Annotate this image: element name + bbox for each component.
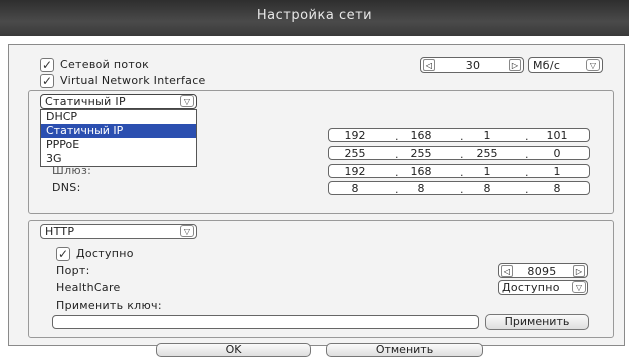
ip-dot: . — [395, 130, 399, 143]
dns-octet-3: 8 — [483, 182, 491, 195]
dns-field[interactable]: 8 . 8 . 8 . 8 — [328, 181, 590, 196]
port-value: 8095 — [527, 265, 557, 278]
stream-value: 30 — [465, 59, 481, 72]
enabled-label: Доступно — [76, 247, 134, 260]
network-mode-value: Статичный IP — [45, 95, 126, 108]
apply-key-label: Применить ключ: — [56, 299, 162, 312]
net-stream-label: Сетевой поток — [60, 58, 150, 71]
dropdown-option-pppoe[interactable]: PPPoE — [41, 138, 196, 152]
gateway-dot: . — [395, 166, 399, 179]
dns-octet-4: 8 — [553, 182, 561, 195]
dns-label: DNS: — [52, 181, 81, 194]
vni-checkbox[interactable]: ✓ — [40, 74, 54, 88]
protocol-select[interactable]: HTTP ▽ — [40, 224, 197, 239]
title-bar: Настройка сети — [0, 0, 629, 36]
cancel-button[interactable]: Отменить — [326, 343, 483, 357]
network-mode-select[interactable]: Статичный IP ▽ — [40, 94, 197, 109]
dns-dot: . — [460, 183, 464, 196]
port-spinner[interactable]: ◁ 8095 ▷ — [498, 263, 588, 278]
mask-dot: . — [525, 148, 529, 161]
network-mode-dropdown: DHCP Статичный IP PPPoE 3G — [40, 109, 197, 167]
net-stream-checkbox[interactable]: ✓ — [40, 58, 54, 72]
ip-dot: . — [525, 130, 529, 143]
dropdown-option-3g[interactable]: 3G — [41, 152, 196, 166]
dropdown-option-static-ip[interactable]: Статичный IP — [41, 124, 196, 138]
healthcare-value: Доступно — [502, 281, 560, 294]
dropdown-option-dhcp[interactable]: DHCP — [41, 110, 196, 124]
vni-label: Virtual Network Interface — [60, 74, 206, 87]
gateway-dot: . — [525, 166, 529, 179]
dns-dot: . — [395, 183, 399, 196]
increment-icon[interactable]: ▷ — [509, 59, 521, 71]
increment-icon[interactable]: ▷ — [573, 265, 585, 277]
port-label: Порт: — [56, 264, 90, 277]
stream-value-spinner[interactable]: ◁ 30 ▷ — [420, 57, 524, 73]
gateway-octet-3: 1 — [483, 165, 491, 178]
mask-octet-4: 0 — [553, 147, 561, 160]
apply-button[interactable]: Применить — [485, 314, 589, 330]
ip-octet-2: 168 — [410, 129, 432, 142]
dns-octet-1: 8 — [351, 182, 359, 195]
subnet-mask-field[interactable]: 255 . 255 . 255 . 0 — [328, 146, 590, 161]
healthcare-label: HealthCare — [56, 281, 121, 294]
ip-dot: . — [460, 130, 464, 143]
gateway-field[interactable]: 192 . 168 . 1 . 1 — [328, 164, 590, 179]
ip-octet-1: 192 — [344, 129, 366, 142]
decrement-icon[interactable]: ◁ — [423, 59, 435, 71]
window-title: Настройка сети — [256, 8, 373, 23]
apply-key-input[interactable] — [52, 315, 479, 329]
healthcare-select[interactable]: Доступно ▽ — [498, 280, 588, 295]
chevron-down-icon: ▽ — [586, 59, 600, 71]
enabled-checkbox[interactable]: ✓ — [56, 247, 70, 261]
mask-octet-1: 255 — [344, 147, 366, 160]
protocol-value: HTTP — [45, 225, 75, 238]
decrement-icon[interactable]: ◁ — [501, 265, 513, 277]
stream-unit-value: Мб/с — [533, 59, 561, 72]
chevron-down-icon: ▽ — [180, 95, 194, 107]
stream-unit-select[interactable]: Мб/с ▽ — [528, 57, 603, 73]
ip-address-field[interactable]: 192 . 168 . 1 . 101 — [328, 128, 590, 143]
mask-dot: . — [460, 148, 464, 161]
chevron-down-icon: ▽ — [180, 225, 194, 237]
mask-octet-3: 255 — [476, 147, 498, 160]
gateway-octet-4: 1 — [553, 165, 561, 178]
gateway-octet-2: 168 — [410, 165, 432, 178]
mask-octet-2: 255 — [410, 147, 432, 160]
gateway-octet-1: 192 — [344, 165, 366, 178]
mask-dot: . — [395, 148, 399, 161]
dns-dot: . — [525, 183, 529, 196]
ok-button[interactable]: OK — [156, 343, 311, 357]
ip-octet-3: 1 — [483, 129, 491, 142]
chevron-down-icon: ▽ — [572, 281, 586, 293]
dns-octet-2: 8 — [417, 182, 425, 195]
ip-octet-4: 101 — [546, 129, 568, 142]
gateway-dot: . — [460, 166, 464, 179]
